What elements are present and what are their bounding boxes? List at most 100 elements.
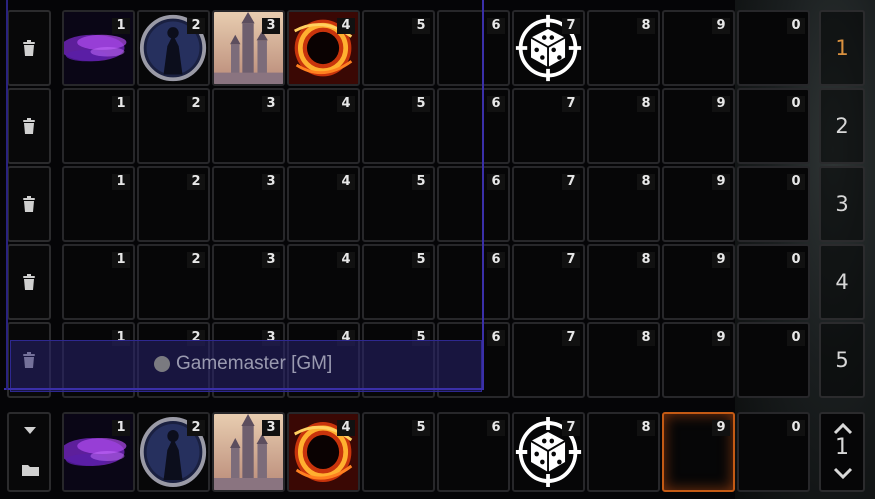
slot-key-label: 9 (712, 330, 730, 346)
macro-slot[interactable]: 6 (437, 244, 510, 320)
hotbar-slot[interactable]: 2 (137, 412, 210, 492)
macro-slot[interactable]: 5 (362, 88, 435, 164)
macro-slot[interactable]: 0 (737, 322, 810, 398)
slot-key-label: 6 (487, 330, 505, 346)
slot-key-label: 4 (337, 18, 355, 34)
macro-slot[interactable]: 3 (212, 244, 285, 320)
macro-slot[interactable]: 8 (587, 244, 660, 320)
macro-slot[interactable]: 4 (287, 88, 360, 164)
hotbar-slot[interactable]: 4 (287, 412, 360, 492)
hotbar-slot[interactable]: 7 (512, 412, 585, 492)
macro-slot[interactable]: 3 (212, 88, 285, 164)
folder-icon[interactable] (21, 462, 40, 477)
slot-key-label: 3 (262, 96, 280, 112)
macro-slot[interactable]: 1 (62, 10, 135, 86)
macro-slot[interactable]: 9 (662, 88, 735, 164)
slot-key-label: 5 (412, 96, 430, 112)
slot-key-label: 8 (637, 96, 655, 112)
macro-slot[interactable]: 7 (512, 10, 585, 86)
macro-page-number[interactable]: 1 (819, 10, 865, 86)
macro-slot[interactable]: 2 (137, 10, 210, 86)
macro-slot[interactable]: 2 (137, 166, 210, 242)
hotbar-slot[interactable]: 6 (437, 412, 510, 492)
slot-key-label: 5 (412, 174, 430, 190)
slot-key-label: 6 (487, 252, 505, 268)
clear-page-button[interactable] (7, 10, 51, 86)
macro-slot[interactable]: 5 (362, 166, 435, 242)
collapse-chevron-icon[interactable] (22, 426, 38, 436)
clear-page-button[interactable] (7, 166, 51, 242)
macro-slot[interactable]: 4 (287, 10, 360, 86)
hotbar-slot[interactable]: 1 (62, 412, 135, 492)
macro-slot[interactable]: 9 (662, 244, 735, 320)
macro-slot[interactable]: 8 (587, 322, 660, 398)
macro-slot[interactable]: 1 (62, 244, 135, 320)
macro-slot[interactable]: 3 (212, 166, 285, 242)
macro-slot[interactable]: 4 (287, 244, 360, 320)
macro-slot[interactable]: 9 (662, 10, 735, 86)
macro-page-number[interactable]: 2 (819, 88, 865, 164)
macro-slot[interactable]: 3 (212, 10, 285, 86)
slot-key-label: 9 (712, 18, 730, 34)
slot-key-label: 1 (112, 420, 130, 436)
player-name: Gamemaster [GM] (176, 353, 333, 374)
player-entry[interactable]: Gamemaster [GM] (154, 353, 332, 375)
macro-page-number[interactable]: 5 (819, 322, 865, 398)
macro-slot[interactable]: 8 (587, 88, 660, 164)
macro-slot[interactable]: 9 (662, 322, 735, 398)
slot-key-label: 7 (562, 252, 580, 268)
clear-page-button[interactable] (7, 88, 51, 164)
macro-slot[interactable]: 2 (137, 88, 210, 164)
macro-slot[interactable]: 6 (437, 88, 510, 164)
slot-key-label: 7 (562, 174, 580, 190)
hotbar-slot[interactable]: 3 (212, 412, 285, 492)
macro-slot[interactable]: 0 (737, 244, 810, 320)
macro-slot[interactable]: 6 (437, 10, 510, 86)
slot-key-label: 3 (262, 252, 280, 268)
hotbar-slot[interactable]: 9 (662, 412, 735, 492)
macro-slot[interactable]: 2 (137, 244, 210, 320)
macro-slot[interactable]: 5 (362, 244, 435, 320)
clear-page-button[interactable] (7, 244, 51, 320)
slot-key-label: 0 (787, 18, 805, 34)
slot-key-label: 7 (562, 420, 580, 436)
macro-slot[interactable]: 1 (62, 88, 135, 164)
slot-key-label: 1 (112, 252, 130, 268)
slot-key-label: 6 (487, 18, 505, 34)
macro-slot[interactable]: 4 (287, 166, 360, 242)
slot-key-label: 8 (637, 420, 655, 436)
macro-slot[interactable]: 9 (662, 166, 735, 242)
slot-key-label: 8 (637, 330, 655, 346)
macro-slot[interactable]: 7 (512, 322, 585, 398)
macro-slot[interactable]: 8 (587, 10, 660, 86)
macro-slot[interactable]: 0 (737, 10, 810, 86)
slot-key-label: 5 (412, 420, 430, 436)
slot-key-label: 9 (712, 420, 730, 436)
slot-key-label: 6 (487, 96, 505, 112)
slot-key-label: 0 (787, 96, 805, 112)
macro-slot[interactable]: 7 (512, 88, 585, 164)
macro-page-number[interactable]: 3 (819, 166, 865, 242)
macro-page-number[interactable]: 4 (819, 244, 865, 320)
macro-slot[interactable]: 0 (737, 88, 810, 164)
hotbar-slot[interactable]: 8 (587, 412, 660, 492)
hotbar-slot[interactable]: 0 (737, 412, 810, 492)
macro-slot[interactable]: 7 (512, 166, 585, 242)
macro-slot[interactable]: 5 (362, 10, 435, 86)
macro-slot[interactable]: 6 (437, 166, 510, 242)
macro-slot[interactable]: 7 (512, 244, 585, 320)
slot-key-label: 3 (262, 420, 280, 436)
slot-key-label: 0 (787, 252, 805, 268)
macro-slot[interactable]: 0 (737, 166, 810, 242)
macro-slot[interactable]: 1 (62, 166, 135, 242)
page-up-chevron-icon[interactable] (832, 422, 854, 436)
macro-slot[interactable]: 8 (587, 166, 660, 242)
hotbar-slot[interactable]: 5 (362, 412, 435, 492)
slot-key-label: 8 (637, 174, 655, 190)
trash-icon (23, 40, 35, 56)
slot-key-label: 2 (187, 18, 205, 34)
trash-icon (23, 274, 35, 290)
page-down-chevron-icon[interactable] (832, 466, 854, 480)
slot-key-label: 2 (187, 252, 205, 268)
slot-key-label: 0 (787, 330, 805, 346)
